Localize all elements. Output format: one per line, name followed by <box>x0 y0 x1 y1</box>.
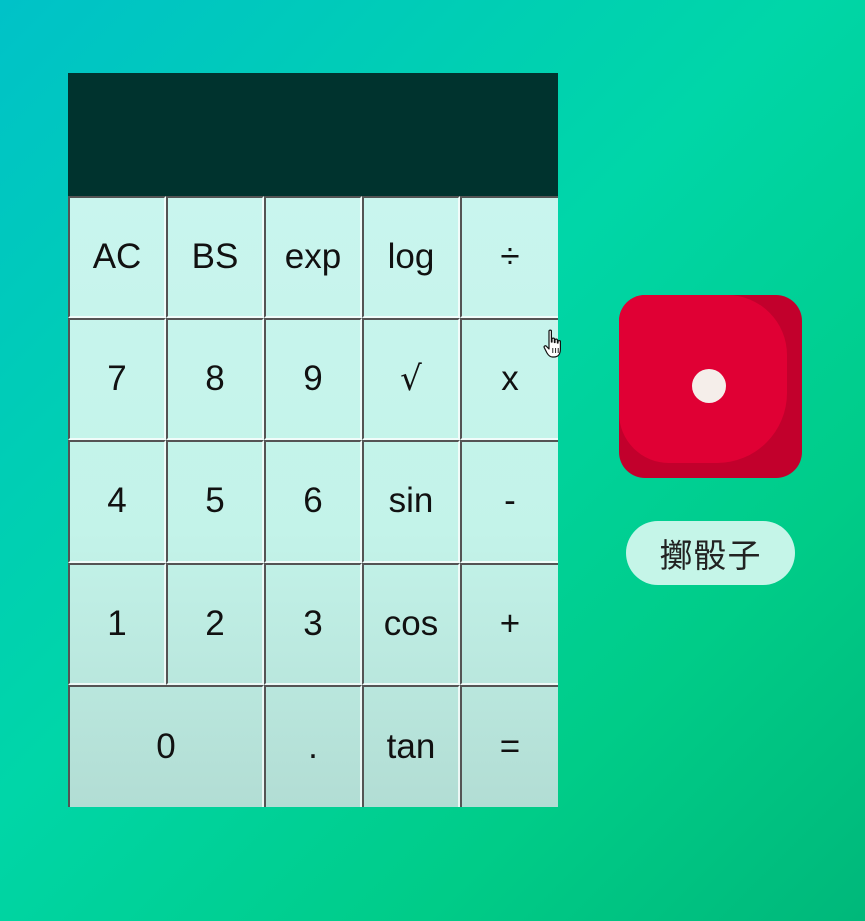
key-1[interactable]: 1 <box>68 562 166 685</box>
key-9[interactable]: 9 <box>264 318 362 441</box>
key-backspace[interactable]: BS <box>166 196 264 319</box>
calculator-keypad: AC BS exp log ÷ 7 8 9 √ x 4 5 6 sin - 1 … <box>68 196 558 807</box>
key-equals[interactable]: = <box>460 684 558 807</box>
key-7[interactable]: 7 <box>68 318 166 441</box>
key-6[interactable]: 6 <box>264 440 362 563</box>
dice-pip <box>692 369 726 403</box>
key-add[interactable]: + <box>460 562 558 685</box>
key-log[interactable]: log <box>362 196 460 319</box>
calculator-display <box>68 73 558 196</box>
key-decimal[interactable]: . <box>264 684 362 807</box>
hand-pointer-icon <box>543 329 561 358</box>
key-3[interactable]: 3 <box>264 562 362 685</box>
key-tan[interactable]: tan <box>362 684 460 807</box>
key-sqrt[interactable]: √ <box>362 318 460 441</box>
calculator: AC BS exp log ÷ 7 8 9 √ x 4 5 6 sin - 1 … <box>68 73 558 807</box>
key-sin[interactable]: sin <box>362 440 460 563</box>
dice-face <box>619 295 787 463</box>
key-cos[interactable]: cos <box>362 562 460 685</box>
key-subtract[interactable]: - <box>460 440 558 563</box>
key-exp[interactable]: exp <box>264 196 362 319</box>
key-all-clear[interactable]: AC <box>68 196 166 319</box>
roll-dice-button[interactable]: 擲骰子 <box>626 521 795 585</box>
key-4[interactable]: 4 <box>68 440 166 563</box>
key-divide[interactable]: ÷ <box>460 196 558 319</box>
key-2[interactable]: 2 <box>166 562 264 685</box>
dice[interactable] <box>619 295 802 478</box>
key-5[interactable]: 5 <box>166 440 264 563</box>
key-8[interactable]: 8 <box>166 318 264 441</box>
key-0[interactable]: 0 <box>68 684 264 807</box>
